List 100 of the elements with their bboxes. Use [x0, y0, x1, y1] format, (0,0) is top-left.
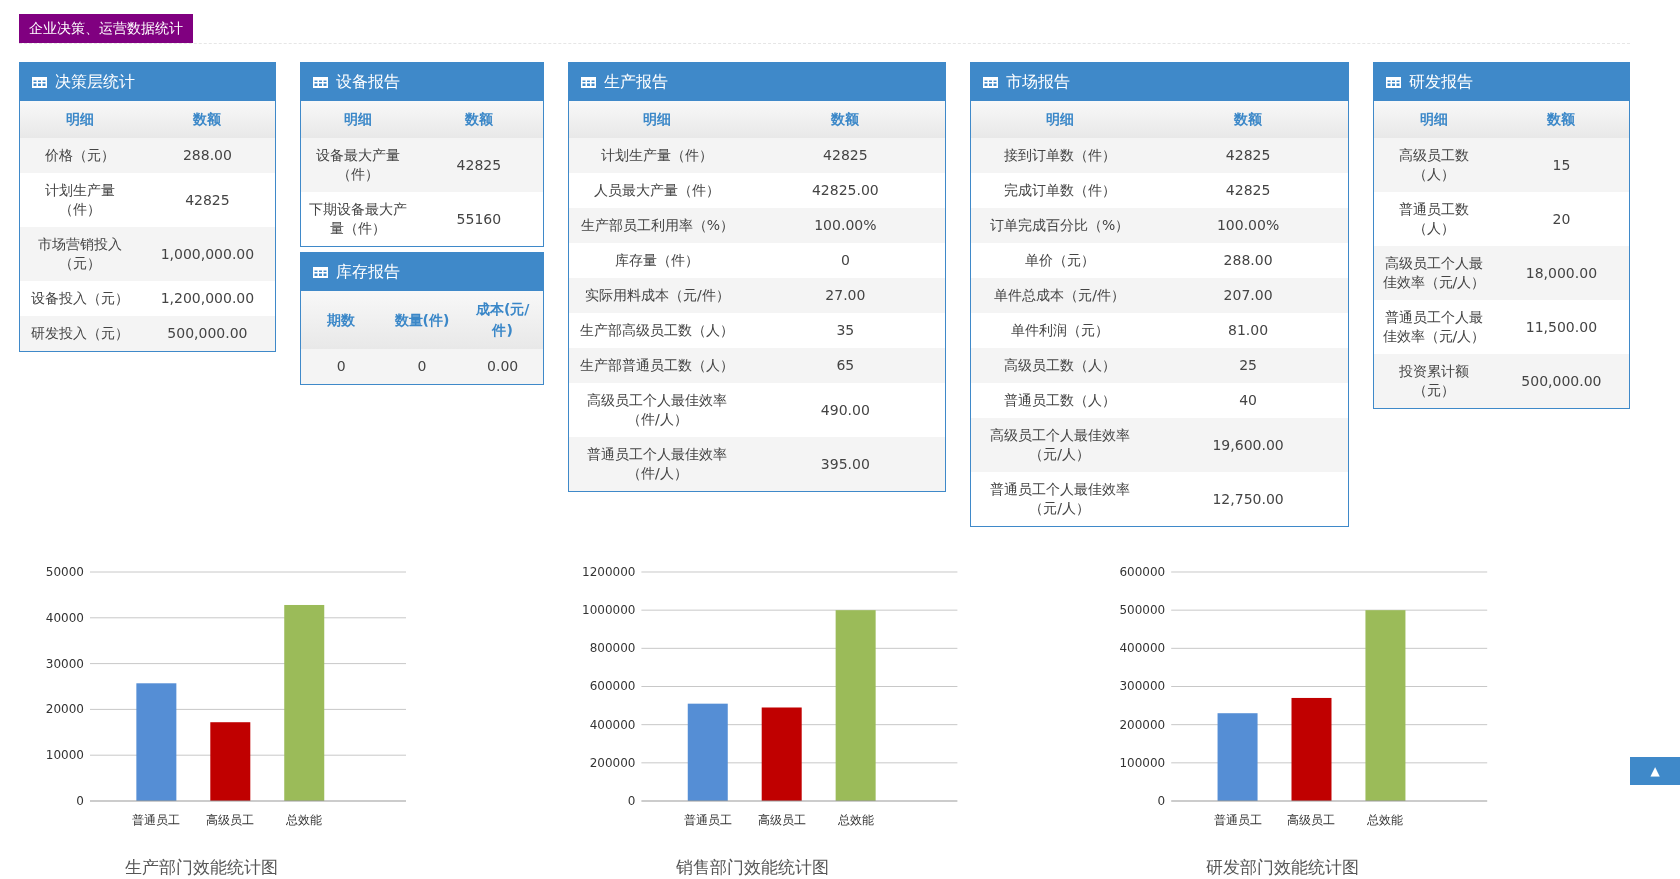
- column-header: 明细: [20, 101, 140, 138]
- table-cell: 42825: [139, 173, 275, 227]
- column-header: 数额: [139, 101, 275, 138]
- table-icon: [581, 76, 596, 88]
- table-cell: 高级员工数（人）: [971, 348, 1149, 383]
- table-cell: 500,000.00: [139, 316, 275, 351]
- table-cell: 0: [301, 349, 382, 384]
- table-cell: 完成订单数（件）: [971, 173, 1149, 208]
- category-label: 总效能: [837, 813, 874, 827]
- table-cell: 生产部员工利用率（%）: [569, 208, 746, 243]
- category-label: 普通员工: [683, 813, 732, 827]
- panel-title: 设备报告: [336, 71, 400, 93]
- column-header: 明细: [569, 101, 746, 138]
- axis-tick-label: 600000: [1119, 565, 1166, 579]
- table-cell: 288.00: [1148, 243, 1348, 278]
- column-header: 明细: [971, 101, 1149, 138]
- axis-tick-label: 1200000: [582, 565, 636, 579]
- table-cell: 1,200,000.00: [139, 281, 275, 316]
- axis-tick-label: 200000: [1119, 717, 1166, 732]
- table-cell: 单件利润（元）: [971, 313, 1149, 348]
- column-header: 期数: [301, 291, 382, 349]
- table-cell: 25: [1148, 348, 1348, 383]
- table-cell: 普通员工个人最佳效率（元/人）: [1374, 300, 1494, 354]
- table-icon: [313, 266, 328, 278]
- table-cell: 高级员工个人最佳效率（元/人）: [971, 418, 1149, 472]
- table-cell: 81.00: [1148, 313, 1348, 348]
- chart-title: 研发部门效能统计图: [1205, 856, 1361, 879]
- table-cell: 42825: [1148, 138, 1348, 173]
- category-label: 高级员工: [757, 813, 806, 827]
- column-header: 明细: [301, 101, 415, 138]
- table-cell: 生产部普通员工数（人）: [569, 348, 746, 383]
- table-cell: 42825.00: [745, 173, 945, 208]
- table-cell: 库存量（件）: [569, 243, 746, 278]
- table-cell: 高级员工个人最佳效率（件/人）: [569, 383, 746, 437]
- category-label: 普通员工: [1213, 813, 1262, 827]
- category-label: 总效能: [286, 813, 323, 827]
- axis-tick-label: 50000: [45, 565, 84, 579]
- table-cell: 普通员工个人最佳效率（件/人）: [569, 437, 746, 491]
- table-cell: 288.00: [139, 138, 275, 173]
- table-cell: 100.00%: [745, 208, 945, 243]
- table-cell: 500,000.00: [1493, 354, 1629, 408]
- table-cell: 设备最大产量（件）: [301, 138, 415, 192]
- table-cell: 100.00%: [1148, 208, 1348, 243]
- axis-tick-label: 30000: [45, 656, 84, 671]
- axis-tick-label: 10000: [45, 748, 84, 763]
- table-cell: 0: [745, 243, 945, 278]
- axis-tick-label: 800000: [589, 641, 636, 656]
- table-cell: 计划生产量（件）: [569, 138, 746, 173]
- table-cell: 实际用料成本（元/件）: [569, 278, 746, 313]
- axis-tick-label: 200000: [589, 755, 636, 770]
- table-cell: 42825: [745, 138, 945, 173]
- axis-tick-label: 600000: [589, 679, 636, 694]
- axis-tick-label: 0: [76, 794, 84, 808]
- table-cell: 27.00: [745, 278, 945, 313]
- table-cell: 市场营销投入（元）: [20, 227, 140, 281]
- axis-tick-label: 400000: [1119, 641, 1166, 656]
- axis-tick-label: 500000: [1119, 603, 1166, 618]
- panel-title: 库存报告: [336, 261, 400, 283]
- table-cell: 18,000.00: [1493, 246, 1629, 300]
- table-icon: [1386, 76, 1401, 88]
- chart-title: 生产部门效能统计图: [124, 856, 279, 879]
- table-cell: 高级员工个人最佳效率（元/人）: [1374, 246, 1494, 300]
- table-cell: 0: [381, 349, 463, 384]
- table-cell: 生产部高级员工数（人）: [569, 313, 746, 348]
- table-cell: 订单完成百分比（%）: [971, 208, 1149, 243]
- column-header: 数额: [745, 101, 945, 138]
- table-cell: 42825: [1148, 173, 1348, 208]
- axis-tick-label: 300000: [1119, 679, 1166, 694]
- table-cell: 人员最大产量（件）: [569, 173, 746, 208]
- table-cell: 普通员工数（人）: [1374, 192, 1494, 246]
- category-label: 总效能: [1367, 813, 1404, 827]
- table-cell: 1,000,000.00: [139, 227, 275, 281]
- column-header: 明细: [1374, 101, 1494, 138]
- table-cell: 研发投入（元）: [20, 316, 140, 351]
- back-to-top-button[interactable]: ▲: [1630, 757, 1680, 785]
- column-header: 数额: [1493, 101, 1629, 138]
- panel-title: 研发报告: [1409, 71, 1473, 93]
- table-cell: 20: [1493, 192, 1629, 246]
- column-header: 成本(元/件): [462, 291, 543, 349]
- axis-tick-label: 20000: [45, 702, 84, 717]
- table-cell: 设备投入（元）: [20, 281, 140, 316]
- axis-tick-label: 0: [627, 794, 636, 808]
- table-icon: [983, 76, 998, 88]
- chart-title: 销售部门效能统计图: [675, 856, 831, 879]
- table-cell: 普通员工数（人）: [971, 383, 1149, 418]
- panel-title: 市场报告: [1006, 71, 1070, 93]
- table-cell: 40: [1148, 383, 1348, 418]
- table-cell: 42825: [414, 138, 543, 192]
- table-cell: 207.00: [1148, 278, 1348, 313]
- table-cell: 高级员工数（人）: [1374, 138, 1494, 192]
- panel-title: 决策层统计: [55, 71, 135, 93]
- table-icon: [313, 76, 328, 88]
- category-label: 高级员工: [1287, 813, 1336, 827]
- table-cell: 单价（元）: [971, 243, 1149, 278]
- column-header: 数额: [1148, 101, 1348, 138]
- table-cell: 490.00: [745, 383, 945, 437]
- panel-title: 生产报告: [604, 71, 668, 93]
- category-label: 普通员工: [132, 813, 181, 827]
- table-cell: 投资累计额（元）: [1374, 354, 1494, 408]
- table-cell: 价格（元）: [20, 138, 140, 173]
